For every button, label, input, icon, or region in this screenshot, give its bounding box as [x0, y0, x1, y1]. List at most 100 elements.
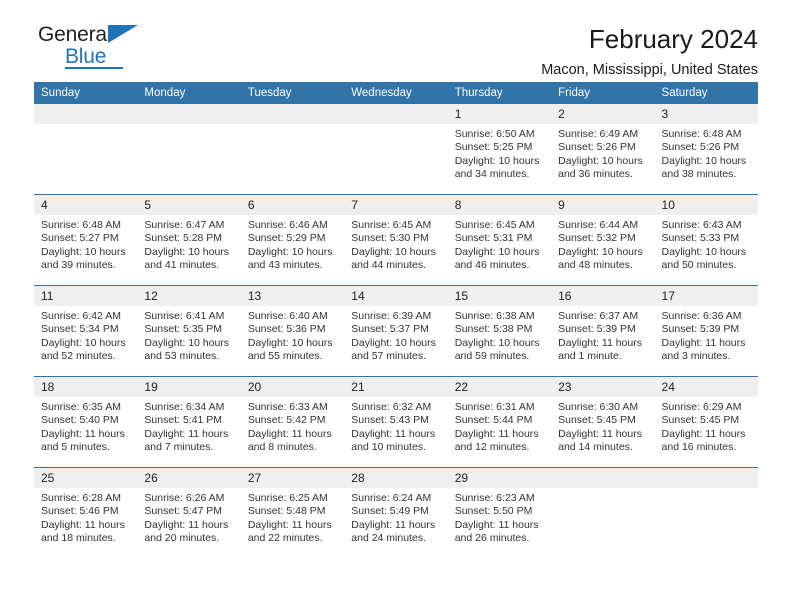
- sunset-time: Sunset: 5:41 PM: [144, 414, 223, 427]
- general-blue-logo[interactable]: General Blue: [34, 24, 164, 72]
- triangle-icon: [108, 25, 138, 43]
- day-cell-inner: 1 Sunrise: 6:50 AM Sunset: 5:25 PM Daylight…: [447, 104, 552, 194]
- calendar-day-cell[interactable]: 24 Sunrise: 6:29 AM Sunset: 5:45 PM Dayligh…: [654, 376, 758, 468]
- calendar-day-cell-empty: [137, 104, 241, 195]
- calendar-day-cell[interactable]: 15 Sunrise: 6:38 AM Sunset: 5:38 PM Dayligh…: [447, 285, 552, 377]
- day-number: 15: [447, 286, 552, 306]
- sunset-time: Sunset: 5:36 PM: [247, 323, 326, 336]
- sunrise-time: Sunrise: 6:49 AM: [558, 128, 639, 140]
- day-cell-inner: [551, 468, 655, 558]
- calendar-body: 1 Sunrise: 6:50 AM Sunset: 5:25 PM Daylight…: [34, 104, 758, 558]
- calendar-page: General Blue February 2024 Macon, Missis…: [0, 0, 792, 612]
- calendar-day-cell[interactable]: 26 Sunrise: 6:26 AM Sunset: 5:47 PM Dayligh…: [137, 467, 241, 558]
- sunset-time: Sunset: 5:34 PM: [41, 323, 119, 336]
- day-number: 12: [137, 286, 241, 306]
- day-number: 18: [34, 377, 138, 397]
- sunset-time: Sunset: 5:49 PM: [351, 505, 429, 518]
- sunrise-time: Sunrise: 6:41 AM: [144, 310, 225, 322]
- calendar-day-cell[interactable]: 14 Sunrise: 6:39 AM Sunset: 5:37 PM Dayligh…: [344, 285, 448, 377]
- calendar-day-cell[interactable]: 22 Sunrise: 6:31 AM Sunset: 5:44 PM Dayligh…: [447, 376, 552, 468]
- page-title: February 2024: [588, 24, 758, 54]
- daylight-duration: Daylight: 10 hours and 36 minutes.: [558, 154, 643, 181]
- calendar-day-cell[interactable]: 5 Sunrise: 6:47 AM Sunset: 5:28 PM Daylight…: [137, 194, 241, 286]
- calendar-day-cell[interactable]: 17 Sunrise: 6:36 AM Sunset: 5:39 PM Dayligh…: [654, 285, 758, 377]
- day-details: Sunrise: 6:47 AM Sunset: 5:28 PM Daylight:…: [137, 215, 240, 273]
- day-number: 16: [551, 286, 655, 306]
- day-number: 2: [551, 104, 655, 124]
- day-cell-inner: 21 Sunrise: 6:32 AM Sunset: 5:43 PM Dayligh…: [344, 377, 448, 467]
- title-block: February 2024 Macon, Mississippi, United…: [541, 24, 758, 80]
- day-details: Sunrise: 6:44 AM Sunset: 5:32 PM Daylight:…: [551, 215, 654, 273]
- daylight-duration: Daylight: 11 hours and 24 minutes.: [351, 518, 436, 545]
- sunset-time: Sunset: 5:30 PM: [351, 232, 429, 245]
- calendar-day-cell[interactable]: 18 Sunrise: 6:35 AM Sunset: 5:40 PM Dayligh…: [34, 376, 138, 468]
- sunset-time: Sunset: 5:37 PM: [351, 323, 429, 336]
- day-number: 5: [137, 195, 241, 215]
- day-details: Sunrise: 6:41 AM Sunset: 5:35 PM Daylight:…: [137, 306, 240, 364]
- daylight-duration: Daylight: 10 hours and 38 minutes.: [661, 154, 747, 181]
- day-details: Sunrise: 6:49 AM Sunset: 5:26 PM Daylight:…: [551, 124, 654, 182]
- calendar-day-cell[interactable]: 8 Sunrise: 6:45 AM Sunset: 5:31 PM Daylight…: [447, 194, 552, 286]
- calendar-day-cell[interactable]: 2 Sunrise: 6:49 AM Sunset: 5:26 PM Daylight…: [551, 104, 655, 195]
- day-number: [137, 104, 241, 124]
- daylight-duration: Daylight: 10 hours and 34 minutes.: [454, 154, 540, 181]
- sunset-time: Sunset: 5:50 PM: [454, 505, 533, 518]
- sunset-time: Sunset: 5:39 PM: [558, 323, 636, 336]
- calendar-day-cell[interactable]: 10 Sunrise: 6:43 AM Sunset: 5:33 PM Dayligh…: [654, 194, 758, 286]
- day-details: Sunrise: 6:30 AM Sunset: 5:45 PM Daylight:…: [551, 397, 654, 455]
- day-number: 25: [34, 468, 138, 488]
- day-details: Sunrise: 6:36 AM Sunset: 5:39 PM Daylight:…: [655, 306, 758, 364]
- day-cell-inner: 12 Sunrise: 6:41 AM Sunset: 5:35 PM Dayligh…: [137, 286, 241, 376]
- day-cell-inner: 15 Sunrise: 6:38 AM Sunset: 5:38 PM Dayligh…: [447, 286, 552, 376]
- calendar-day-cell[interactable]: 23 Sunrise: 6:30 AM Sunset: 5:45 PM Dayligh…: [551, 376, 655, 468]
- sunset-time: Sunset: 5:38 PM: [454, 323, 533, 336]
- day-number: 27: [240, 468, 345, 488]
- calendar-day-cell[interactable]: 19 Sunrise: 6:34 AM Sunset: 5:41 PM Dayligh…: [137, 376, 241, 468]
- day-details: Sunrise: 6:31 AM Sunset: 5:44 PM Daylight:…: [448, 397, 551, 455]
- calendar-day-cell[interactable]: 13 Sunrise: 6:40 AM Sunset: 5:36 PM Dayligh…: [240, 285, 345, 377]
- calendar-day-cell[interactable]: 28 Sunrise: 6:24 AM Sunset: 5:49 PM Dayligh…: [344, 467, 448, 558]
- sunrise-time: Sunrise: 6:40 AM: [247, 310, 328, 322]
- calendar-day-cell[interactable]: 1 Sunrise: 6:50 AM Sunset: 5:25 PM Daylight…: [447, 104, 552, 195]
- day-number: [240, 104, 345, 124]
- calendar-day-cell[interactable]: 6 Sunrise: 6:46 AM Sunset: 5:29 PM Daylight…: [240, 194, 345, 286]
- sunrise-time: Sunrise: 6:47 AM: [144, 219, 225, 231]
- sunrise-time: Sunrise: 6:32 AM: [351, 401, 432, 413]
- calendar-day-cell[interactable]: 11 Sunrise: 6:42 AM Sunset: 5:34 PM Dayligh…: [34, 285, 138, 377]
- calendar-day-cell[interactable]: 27 Sunrise: 6:25 AM Sunset: 5:48 PM Dayligh…: [240, 467, 345, 558]
- sunrise-time: Sunrise: 6:50 AM: [454, 128, 535, 140]
- day-cell-inner: 13 Sunrise: 6:40 AM Sunset: 5:36 PM Dayligh…: [240, 286, 345, 376]
- calendar-day-cell-empty: [34, 104, 138, 195]
- daylight-duration: Daylight: 10 hours and 53 minutes.: [144, 336, 230, 363]
- calendar-day-cell[interactable]: 4 Sunrise: 6:48 AM Sunset: 5:27 PM Daylight…: [34, 194, 138, 286]
- daylight-duration: Daylight: 10 hours and 59 minutes.: [454, 336, 540, 363]
- sunset-time: Sunset: 5:39 PM: [661, 323, 740, 336]
- calendar-day-cell[interactable]: 16 Sunrise: 6:37 AM Sunset: 5:39 PM Dayligh…: [551, 285, 655, 377]
- day-cell-inner: [654, 468, 758, 558]
- sunset-time: Sunset: 5:47 PM: [144, 505, 223, 518]
- sunset-time: Sunset: 5:43 PM: [351, 414, 429, 427]
- weekday-header-saturday: Saturday: [654, 82, 758, 104]
- calendar-day-cell[interactable]: 29 Sunrise: 6:23 AM Sunset: 5:50 PM Dayligh…: [447, 467, 552, 558]
- sunrise-time: Sunrise: 6:26 AM: [144, 492, 225, 504]
- sunset-time: Sunset: 5:33 PM: [661, 232, 740, 245]
- day-details: Sunrise: 6:33 AM Sunset: 5:42 PM Daylight:…: [241, 397, 344, 455]
- sunrise-time: Sunrise: 6:23 AM: [454, 492, 535, 504]
- day-details: Sunrise: 6:32 AM Sunset: 5:43 PM Daylight:…: [344, 397, 447, 455]
- calendar-day-cell[interactable]: 12 Sunrise: 6:41 AM Sunset: 5:35 PM Dayligh…: [137, 285, 241, 377]
- calendar-day-cell[interactable]: 9 Sunrise: 6:44 AM Sunset: 5:32 PM Daylight…: [551, 194, 655, 286]
- day-number: 1: [447, 104, 552, 124]
- calendar-day-cell[interactable]: 20 Sunrise: 6:33 AM Sunset: 5:42 PM Dayligh…: [240, 376, 345, 468]
- day-number: 6: [240, 195, 345, 215]
- calendar-day-cell-empty: [551, 467, 655, 558]
- day-number: 20: [240, 377, 345, 397]
- calendar-day-cell[interactable]: 21 Sunrise: 6:32 AM Sunset: 5:43 PM Dayligh…: [344, 376, 448, 468]
- calendar-day-cell[interactable]: 7 Sunrise: 6:45 AM Sunset: 5:30 PM Daylight…: [344, 194, 448, 286]
- calendar-day-cell[interactable]: 3 Sunrise: 6:48 AM Sunset: 5:26 PM Daylight…: [654, 104, 758, 195]
- day-number: 23: [551, 377, 655, 397]
- sunrise-sunset-calendar: Sunday Monday Tuesday Wednesday Thursday Frid…: [34, 82, 758, 558]
- daylight-duration: Daylight: 11 hours and 14 minutes.: [558, 427, 642, 454]
- day-details: Sunrise: 6:48 AM Sunset: 5:27 PM Daylight:…: [34, 215, 137, 273]
- calendar-week-row: 1 Sunrise: 6:50 AM Sunset: 5:25 PM Daylight…: [34, 104, 758, 195]
- calendar-day-cell[interactable]: 25 Sunrise: 6:28 AM Sunset: 5:46 PM Dayligh…: [34, 467, 138, 558]
